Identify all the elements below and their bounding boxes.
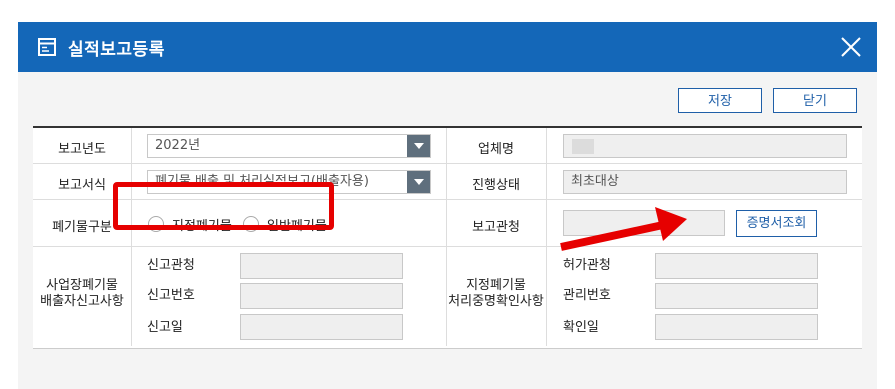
progress-field: 최초대상 <box>563 170 847 194</box>
permit-office-sub-label: 허가관청 <box>563 258 611 273</box>
business-waste-label: 사업장폐기물 배출자신고사항 <box>33 278 131 310</box>
confirm-date-sub-label: 확인일 <box>563 320 599 335</box>
company-name-field <box>563 134 847 158</box>
save-button[interactable]: 저장 <box>678 88 762 113</box>
company-name-label: 업체명 <box>478 142 514 157</box>
close-icon[interactable] <box>839 35 863 59</box>
dialog-title-bar: 실적보고등록 <box>18 22 877 72</box>
report-number-sub-label: 신고번호 <box>147 288 195 303</box>
report-year-value: 2022년 <box>155 138 201 153</box>
annotation-arrow-icon <box>560 207 687 251</box>
business-waste-label-line1: 사업장폐기물 <box>46 278 118 293</box>
manage-number-sub-label: 관리번호 <box>563 288 611 303</box>
form-window-icon <box>38 38 56 56</box>
report-number-sub-field <box>240 283 403 309</box>
report-date-sub-label: 신고일 <box>147 320 183 335</box>
dialog-title: 실적보고등록 <box>68 40 165 60</box>
report-date-sub-field <box>240 314 403 340</box>
progress-label: 진행상태 <box>472 178 520 193</box>
close-button[interactable]: 닫기 <box>773 88 857 113</box>
progress-value: 최초대상 <box>571 174 619 189</box>
redacted-company-name <box>572 139 594 154</box>
certificate-inquiry-button[interactable]: 증명서조회 <box>736 210 817 237</box>
chevron-down-icon <box>407 135 430 157</box>
report-form: 보고년도 2022년 업체명 보고서식 폐기물 배출 및 처리실적보고(배출자용… <box>33 126 862 349</box>
report-office-sub-field <box>240 253 403 279</box>
permit-office-sub-field <box>655 253 818 279</box>
report-office-sub-label: 신고관청 <box>147 258 195 273</box>
designated-waste-label-line1: 지정폐기물 <box>466 278 526 293</box>
report-year-select[interactable]: 2022년 <box>147 134 431 158</box>
report-office-label: 보고관청 <box>472 220 520 235</box>
confirm-date-sub-field <box>655 314 818 340</box>
manage-number-sub-field <box>655 283 818 309</box>
annotation-highlight-box <box>113 182 334 230</box>
business-waste-label-line2: 배출자신고사항 <box>40 294 124 309</box>
chevron-down-icon <box>407 171 430 193</box>
designated-waste-label-line2: 처리중명확인사항 <box>448 294 544 309</box>
designated-waste-label: 지정폐기물 처리중명확인사항 <box>446 278 546 310</box>
report-year-label: 보고년도 <box>58 142 106 157</box>
